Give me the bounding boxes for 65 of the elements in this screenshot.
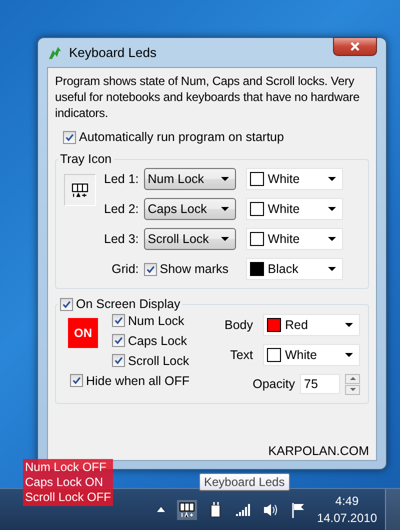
spin-down-button[interactable]	[345, 384, 360, 394]
checkbox[interactable]	[112, 354, 125, 367]
up-arrow-icon	[350, 377, 356, 380]
caret-icon	[345, 352, 353, 356]
group-title: Tray Icon	[59, 152, 113, 166]
color-dropdown[interactable]: Red	[263, 314, 360, 336]
description-text: Program shows state of Num, Caps and Scroll locks. Very useful for notebooks and keyboards that have no hardware indicators.	[55, 73, 360, 121]
speaker-icon[interactable]	[262, 502, 279, 516]
down-arrow-icon	[350, 388, 356, 391]
caret-icon	[345, 322, 353, 326]
lock-status-text: Num Lock OFF	[25, 460, 108, 475]
checkbox[interactable]	[144, 262, 157, 276]
caret-icon	[220, 177, 229, 181]
checkbox[interactable]	[60, 298, 73, 310]
field-label: Opacity	[252, 377, 295, 391]
caret-icon	[220, 237, 229, 241]
website-link[interactable]: KARPOLAN.COM	[268, 444, 369, 458]
checkbox[interactable]	[70, 374, 83, 387]
checkbox[interactable]	[112, 334, 125, 347]
lock-status-text: Scroll Lock OFF	[25, 490, 112, 505]
led-grid-icon	[71, 182, 89, 198]
show-hidden-icons-icon[interactable]	[156, 507, 165, 512]
spin-up-button[interactable]	[345, 374, 360, 384]
field-label: Text	[230, 348, 253, 362]
checkbox-label: Scroll Lock	[128, 354, 190, 368]
caret-icon	[328, 207, 336, 211]
field-label: Body	[224, 318, 253, 332]
caret-icon	[328, 177, 336, 181]
lock-dropdown[interactable]: Scroll Lock	[144, 228, 236, 250]
checkbox-label: Caps Lock	[128, 334, 188, 348]
field-label: Led 3:	[104, 232, 139, 246]
field-label: Led 2:	[104, 202, 139, 216]
show-desktop-button[interactable]	[385, 489, 400, 530]
caret-icon	[328, 267, 336, 271]
arrows-icon	[47, 44, 63, 60]
close-button[interactable]	[333, 37, 377, 56]
color-dropdown[interactable]: White	[246, 228, 343, 250]
checkbox[interactable]	[112, 314, 125, 327]
color-dropdown[interactable]: Black	[246, 258, 343, 280]
flag-icon[interactable]	[290, 502, 305, 518]
color-dropdown[interactable]: White	[246, 198, 343, 220]
led-grid-icon[interactable]	[176, 500, 197, 520]
field-label: Led 1:	[104, 172, 139, 186]
color-dropdown[interactable]: White	[263, 344, 360, 366]
checkbox-label: Automatically run program on startup	[79, 130, 284, 144]
field-label: Grid:	[112, 262, 139, 276]
color-dropdown[interactable]: White	[246, 168, 343, 190]
window-title: Keyboard Leds	[69, 45, 156, 60]
lock-dropdown[interactable]: Caps Lock	[144, 198, 236, 220]
checkbox-label: Hide when all OFF	[86, 374, 190, 388]
power-plug-icon[interactable]	[208, 502, 223, 518]
checkbox[interactable]	[63, 130, 76, 144]
signal-icon[interactable]	[234, 504, 251, 516]
caret-icon	[328, 237, 336, 241]
tooltip: Keyboard Leds	[199, 473, 290, 491]
lock-dropdown[interactable]: Num Lock	[144, 168, 236, 190]
group-title: On Screen Display	[76, 297, 180, 311]
lock-status-text: Caps Lock ON	[25, 475, 104, 490]
checkbox-label: Show marks	[160, 262, 229, 276]
osd-preview: ON	[68, 318, 98, 348]
opacity-field[interactable]: 75	[300, 374, 340, 394]
close-icon	[350, 42, 360, 51]
caret-icon	[220, 207, 229, 211]
checkbox-label: Num Lock	[128, 314, 184, 328]
clock[interactable]: 4:49 14.07.2010	[316, 492, 377, 526]
